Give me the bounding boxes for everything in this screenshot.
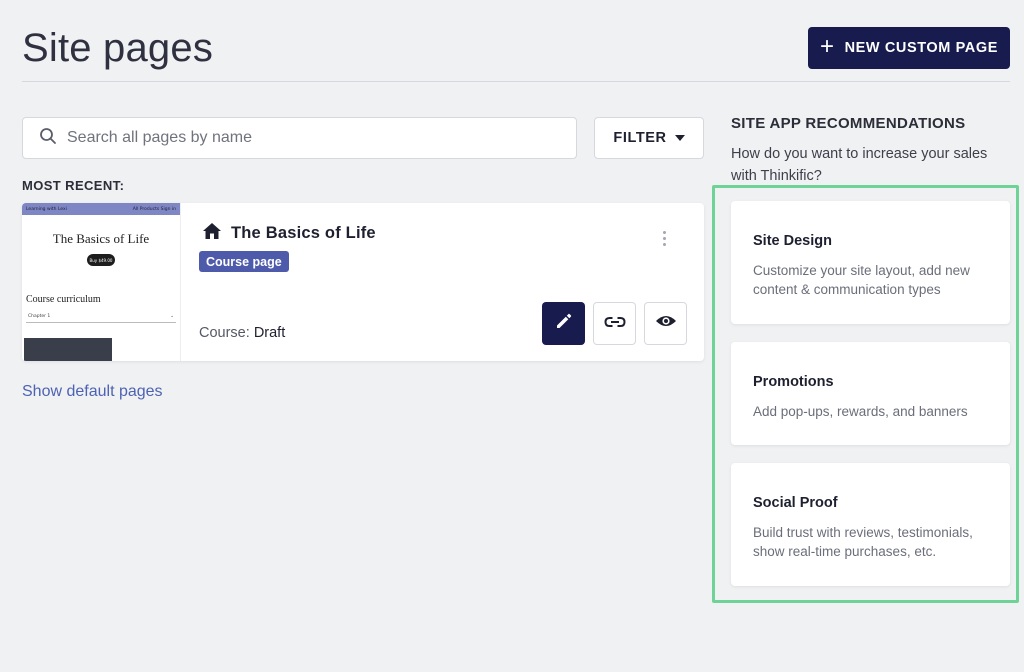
- preview-page-button[interactable]: [644, 302, 687, 345]
- course-status-value: Draft: [253, 325, 286, 341]
- link-icon: [603, 315, 626, 333]
- copy-link-button[interactable]: [593, 302, 636, 345]
- course-status: Course: Draft: [199, 325, 285, 341]
- search-input[interactable]: [67, 129, 547, 147]
- more-options-icon[interactable]: [663, 231, 667, 246]
- most-recent-label: MOST RECENT:: [22, 178, 125, 193]
- page-title: Site pages: [22, 26, 214, 70]
- thumbnail-image-block: [24, 338, 112, 361]
- recommendations-heading: SITE APP RECOMMENDATIONS: [731, 115, 966, 132]
- thumbnail-chapter-row: Chapter 1 ⌄: [26, 311, 176, 323]
- page-thumbnail[interactable]: Learning with Lexi All Products Sign in …: [22, 203, 181, 361]
- recommendation-card-promotions[interactable]: Promotions Add pop-ups, rewards, and ban…: [731, 342, 1010, 445]
- recommendation-title: Social Proof: [753, 495, 838, 511]
- home-icon: [202, 222, 222, 245]
- recommendation-title: Promotions: [753, 374, 834, 390]
- recommendation-description: Build trust with reviews, testimonials, …: [753, 525, 973, 559]
- card-title-row: The Basics of Life: [202, 222, 376, 245]
- page-title-link[interactable]: The Basics of Life: [231, 224, 376, 243]
- title-divider: [22, 81, 1010, 82]
- page-type-badge: Course page: [199, 251, 289, 272]
- thumbnail-curriculum: Course curriculum: [26, 294, 101, 305]
- edit-page-button[interactable]: [542, 302, 585, 345]
- recommendation-card-site-design[interactable]: Site Design Customize your site layout, …: [731, 201, 1010, 324]
- new-custom-page-label: NEW CUSTOM PAGE: [844, 40, 999, 56]
- plus-icon: +: [819, 33, 835, 60]
- new-custom-page-button[interactable]: + NEW CUSTOM PAGE: [808, 27, 1010, 69]
- recommendations-subheading: How do you want to increase your sales w…: [731, 146, 988, 184]
- search-icon: [39, 127, 57, 150]
- recommendation-description: Add pop-ups, rewards, and banners: [753, 404, 968, 419]
- show-default-pages-link[interactable]: Show default pages: [22, 383, 163, 401]
- filter-label: FILTER: [613, 130, 667, 146]
- page-card[interactable]: Learning with Lexi All Products Sign in …: [22, 203, 704, 361]
- pencil-icon: [555, 312, 573, 335]
- thumbnail-chapter-label: Chapter 1: [28, 314, 51, 319]
- thumbnail-buy-button: Buy $49.00: [87, 254, 115, 266]
- caret-down-icon: [674, 135, 685, 141]
- recommendation-card-social-proof[interactable]: Social Proof Build trust with reviews, t…: [731, 463, 1010, 586]
- course-status-label: Course:: [199, 325, 250, 341]
- search-box[interactable]: [22, 117, 577, 159]
- eye-icon: [655, 314, 677, 333]
- thumbnail-title: The Basics of Life: [52, 231, 150, 246]
- filter-button[interactable]: FILTER: [594, 117, 704, 159]
- chevron-down-icon: ⌄: [170, 314, 174, 319]
- recommendation-title: Site Design: [753, 233, 832, 249]
- recommendation-description: Customize your site layout, add new cont…: [753, 263, 970, 297]
- thumbnail-nav-links: All Products Sign in: [132, 206, 176, 212]
- thumbnail-site-name: Learning with Lexi: [26, 206, 67, 212]
- thumbnail-nav-bar: Learning with Lexi All Products Sign in: [22, 203, 180, 215]
